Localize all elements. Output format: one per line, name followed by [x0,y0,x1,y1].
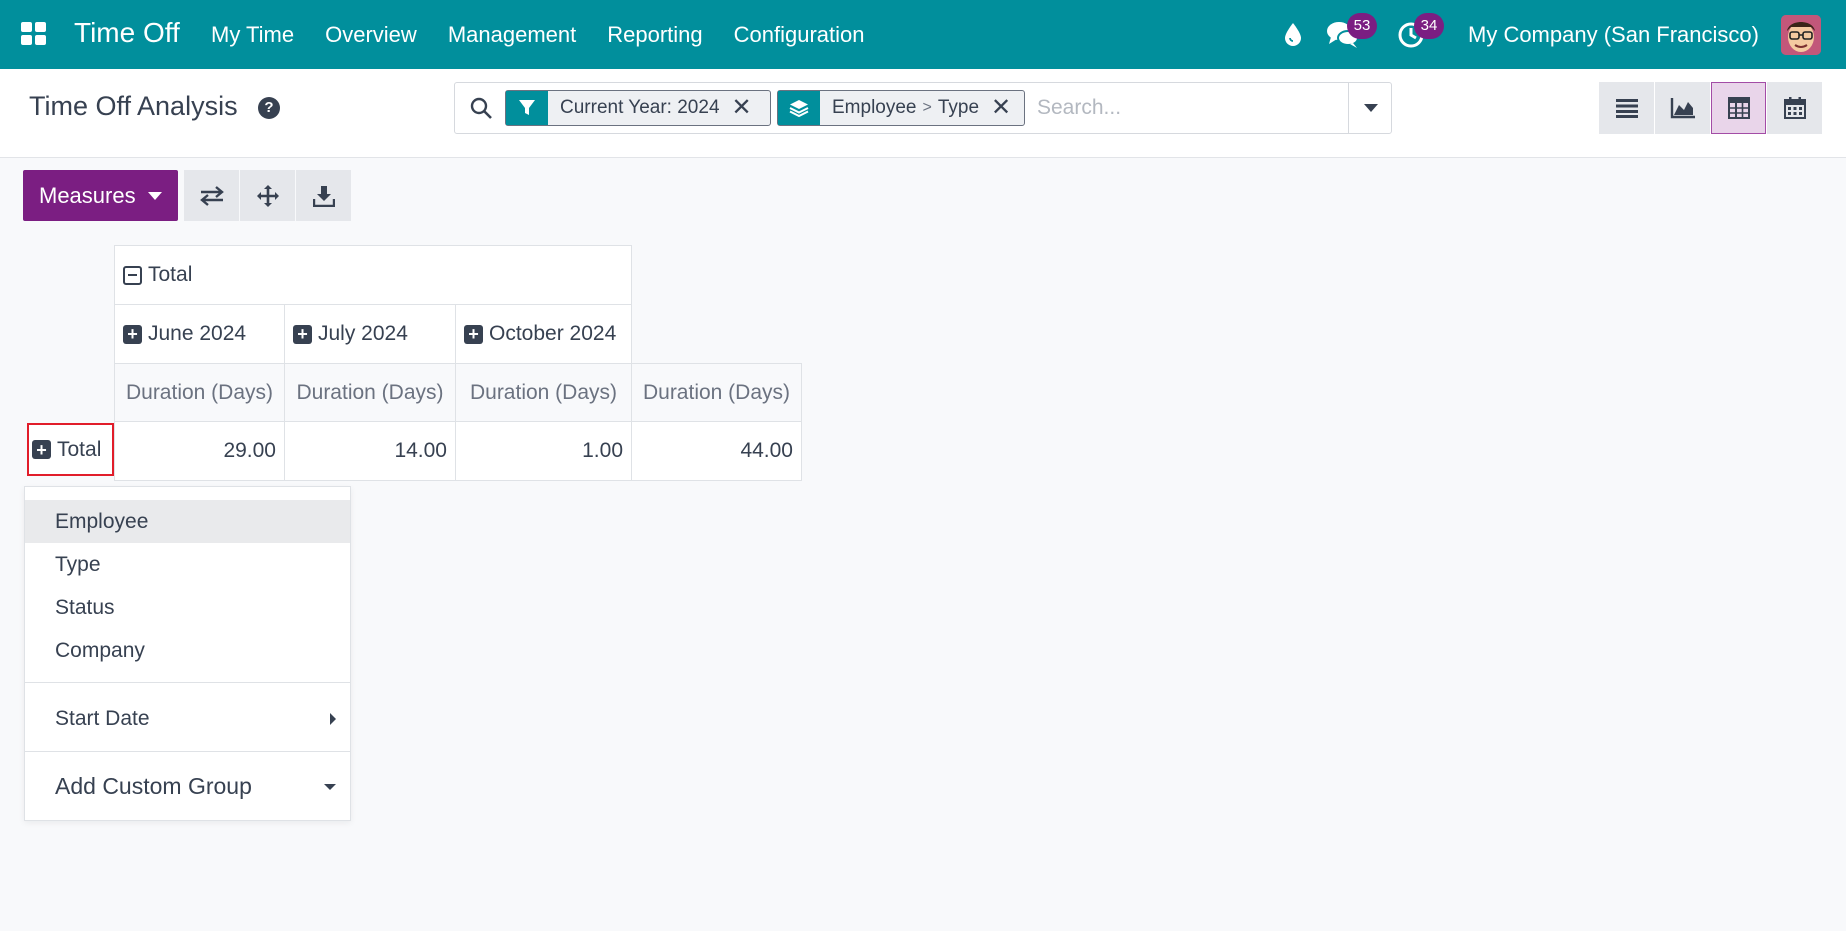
menu-overview[interactable]: Overview [325,22,417,48]
menu-configuration[interactable]: Configuration [734,22,865,48]
pivot-measure-header[interactable]: Duration (Days) [455,363,632,422]
drop-icon[interactable] [1280,20,1306,48]
pivot-col-label: October 2024 [489,322,617,345]
pivot-col-header-july-2024[interactable]: + July 2024 [284,304,456,364]
expand-icon: + [123,324,142,344]
pivot-measure-header[interactable]: Duration (Days) [631,363,802,422]
groupby-employee[interactable]: Employee [25,500,350,543]
facet-filter-label: Current Year: 2024 [560,97,720,118]
graph-view-icon [1670,98,1695,119]
add-custom-group-select[interactable]: Add Custom Group [25,765,350,808]
main-menu: My Time Overview Management Reporting Co… [211,22,896,48]
groupby-type[interactable]: Type [25,543,350,586]
search-options-toggle[interactable] [1348,83,1392,133]
app-title[interactable]: Time Off [74,17,180,49]
user-avatar[interactable] [1781,15,1821,55]
list-view-icon [1615,99,1638,118]
measures-button[interactable]: Measures [23,170,178,221]
pivot-view-icon [1727,97,1750,119]
expand-all-button[interactable] [240,170,295,221]
facet-filter-remove[interactable]: ✕ [732,91,764,125]
filter-icon [506,91,548,125]
facet-filter[interactable]: Current Year: 2024 ✕ [505,90,771,126]
pivot-cell[interactable]: 14.00 [284,421,456,481]
collapse-icon [123,265,142,285]
layers-icon [778,91,820,125]
pivot-row-total-label: Total [57,437,102,461]
menu-my-time[interactable]: My Time [211,22,294,48]
facet-groupby-type: Type [937,97,980,118]
measures-label: Measures [39,182,136,208]
top-navbar: Time Off My Time Overview Management Rep… [0,0,1846,69]
search-icon[interactable] [469,96,493,120]
chevron-right-icon [330,712,336,725]
activities-badge: 34 [1414,13,1444,39]
facet-groupby[interactable]: Employee > Type ✕ [777,90,1025,126]
search-input[interactable] [1037,93,1337,123]
chevron-down-icon [147,191,162,200]
chevron-down-icon [1363,104,1378,112]
pivot-cell-grand-total[interactable]: 44.00 [631,421,802,481]
pivot-measure-header[interactable]: Duration (Days) [284,363,456,422]
facet-groupby-remove[interactable]: ✕ [991,91,1023,125]
pivot-col-header-october-2024[interactable]: + October 2024 [455,304,632,364]
groupby-company[interactable]: Company [25,629,350,672]
pivot-col-header-june-2024[interactable]: + June 2024 [114,304,285,364]
groupby-status[interactable]: Status [25,586,350,629]
groupby-dropdown: Employee Type Status Company Start Date … [24,486,351,821]
graph-view-button[interactable] [1655,82,1710,134]
view-switcher [1599,82,1823,134]
company-switcher[interactable]: My Company (San Francisco) [1468,22,1759,48]
pivot-col-total-label: Total [148,263,193,286]
messages-badge: 53 [1347,13,1377,39]
search-bar[interactable]: Current Year: 2024 ✕ Employee > Type ✕ [454,82,1392,134]
expand-icon: + [32,440,51,459]
download-button[interactable] [296,170,351,221]
help-icon[interactable]: ? [258,97,280,119]
groupby-start-date-label: Start Date [55,706,150,730]
list-view-button[interactable] [1599,82,1654,134]
pivot-row-total-header[interactable]: + Total [27,423,114,476]
facet-groupby-separator: > [922,99,932,116]
download-icon [312,185,335,207]
chevron-down-icon [324,783,336,790]
calendar-view-icon [1783,97,1806,119]
apps-grid-icon[interactable] [21,22,46,45]
menu-reporting[interactable]: Reporting [607,22,702,48]
menu-management[interactable]: Management [448,22,576,48]
pivot-view-button[interactable] [1711,82,1766,134]
calendar-view-button[interactable] [1767,82,1822,134]
dropdown-divider [25,682,350,683]
pivot-measure-header[interactable]: Duration (Days) [114,363,285,422]
flip-axis-icon [199,185,224,206]
expand-icon: + [464,324,483,344]
control-panel: Time Off Analysis ? Current Year: 2024 ✕… [0,69,1846,158]
pivot-col-total-header[interactable]: Total [114,245,632,305]
pivot-cell[interactable]: 1.00 [455,421,632,481]
dropdown-divider [25,751,350,752]
page-title: Time Off Analysis [29,91,238,121]
flip-axis-button[interactable] [184,170,239,221]
facet-groupby-employee: Employee [832,97,917,118]
expand-all-icon [256,184,279,207]
pivot-col-label: June 2024 [148,322,247,345]
expand-icon: + [293,324,312,344]
pivot-cell[interactable]: 29.00 [114,421,285,481]
pivot-col-label: July 2024 [318,322,408,345]
groupby-start-date[interactable]: Start Date [25,697,350,740]
add-custom-group-label: Add Custom Group [55,773,252,799]
